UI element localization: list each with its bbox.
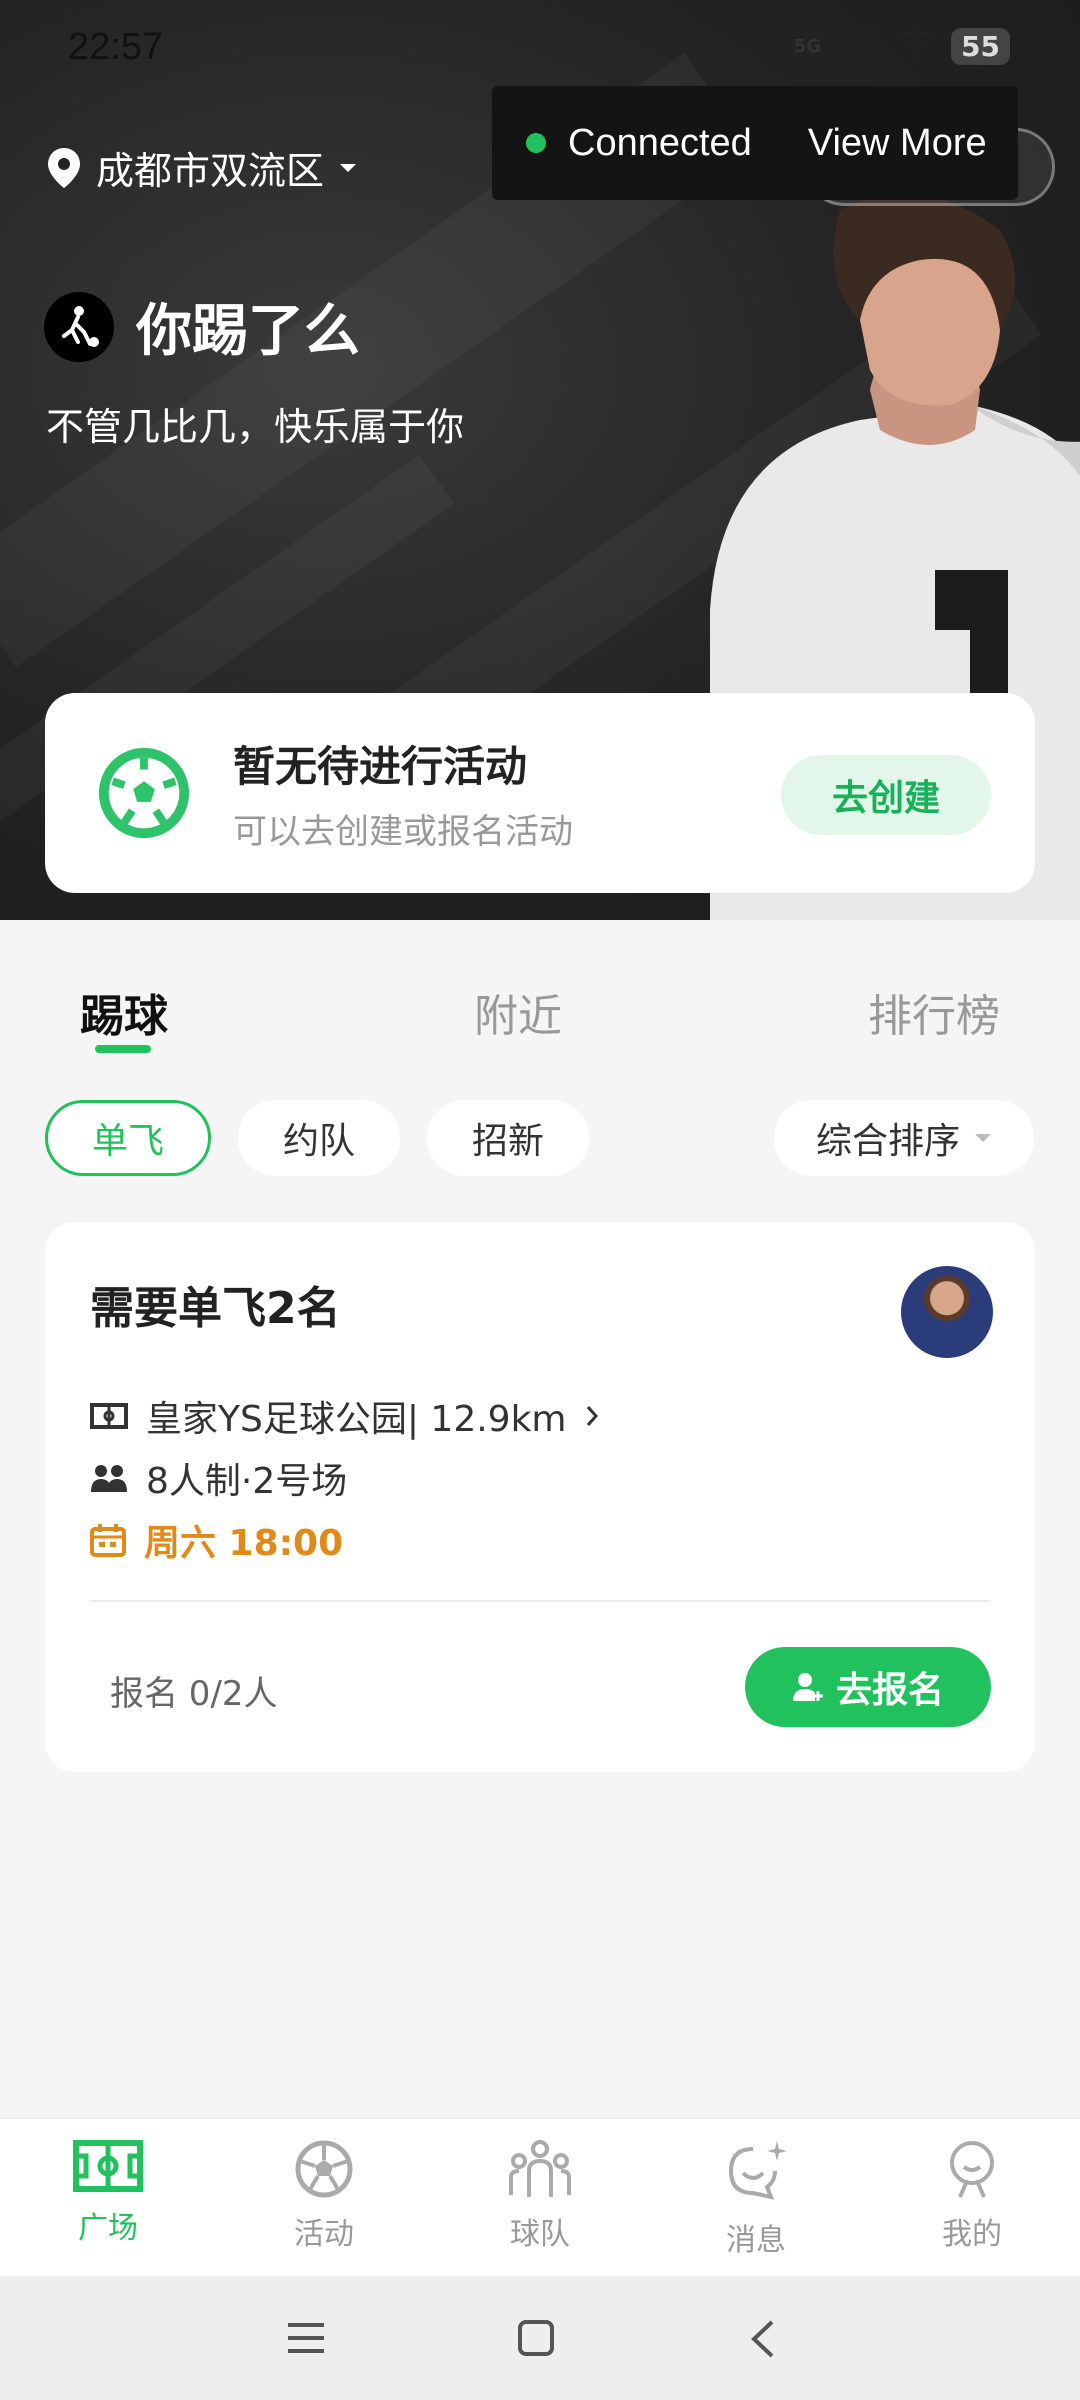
nav-item-plaza[interactable]: 广场	[38, 2139, 178, 2247]
kicker-logo-icon	[44, 291, 114, 362]
nav-item-teams[interactable]: 球队	[470, 2139, 610, 2253]
nav-item-messages[interactable]: 消息	[686, 2139, 826, 2259]
system-navigation-bar	[0, 2276, 1080, 2400]
nav-item-me[interactable]: 我的	[902, 2139, 1042, 2253]
app-slogan: 不管几比几，快乐属于你	[46, 405, 465, 449]
tab-leaderboard[interactable]: 排行榜	[868, 980, 1000, 1044]
game-time: 周六 18:00	[144, 1523, 344, 1564]
join-label: 去报名	[835, 1670, 944, 1711]
soccer-ball-icon	[295, 2140, 353, 2198]
network-type: 5G	[793, 36, 822, 57]
battery-indicator: 55	[951, 28, 1010, 65]
signal-icon	[837, 28, 878, 65]
join-game-button[interactable]: 去报名	[745, 1647, 991, 1727]
location-selector[interactable]: 成都市双流区	[46, 140, 358, 195]
filter-chip-team-match[interactable]: 约队	[238, 1100, 400, 1176]
location-pin-icon	[48, 147, 80, 188]
wifi-icon	[893, 29, 937, 63]
venue-row[interactable]: 皇家YS足球公园| 12.9km	[90, 1390, 599, 1442]
nav-item-activities[interactable]: 活动	[254, 2139, 394, 2253]
format-row: 8人制·2号场	[90, 1452, 347, 1504]
app-brand: 你踢了么	[44, 286, 360, 367]
app-title: 你踢了么	[136, 299, 360, 364]
field-icon	[73, 2140, 143, 2192]
nav-label-teams: 球队	[510, 2217, 570, 2252]
bottom-navigation: 广场 活动 球队 消息 我的	[0, 2118, 1080, 2276]
venue-name: 皇家YS足球公园| 12.9km	[146, 1399, 567, 1440]
nav-label-activities: 活动	[294, 2217, 354, 2252]
soccer-ball-icon	[98, 747, 190, 839]
add-user-icon	[792, 1673, 823, 1701]
nav-label-plaza: 广场	[78, 2211, 138, 2246]
back-icon[interactable]	[748, 2318, 778, 2360]
team-icon	[509, 2140, 571, 2197]
nav-label-messages: 消息	[726, 2223, 786, 2258]
nav-label-me: 我的	[942, 2217, 1002, 2252]
filter-chip-solo[interactable]: 单飞	[45, 1100, 211, 1176]
connection-status: Connected	[568, 121, 752, 164]
sort-dropdown[interactable]: 综合排序	[774, 1100, 1034, 1176]
active-tab-indicator	[95, 1045, 151, 1053]
organizer-avatar[interactable]	[901, 1266, 993, 1358]
card-divider	[90, 1600, 990, 1602]
caret-down-icon	[340, 163, 357, 172]
sort-label: 综合排序	[815, 1121, 960, 1162]
chevron-right-icon	[586, 1406, 598, 1426]
create-activity-button[interactable]: 去创建	[781, 755, 991, 835]
tab-nearby[interactable]: 附近	[474, 980, 562, 1044]
content-tabs: 踢球 附近 排行榜	[0, 960, 1080, 1060]
filter-chip-recruit[interactable]: 招新	[427, 1100, 589, 1176]
home-icon[interactable]	[516, 2318, 556, 2358]
status-time: 22:57	[68, 26, 164, 68]
message-icon	[728, 2141, 787, 2200]
game-format: 8人制·2号场	[146, 1461, 348, 1502]
game-card[interactable]: 需要单飞2名 皇家YS足球公园| 12.9km 8人制·2号场 周六 18:00…	[45, 1222, 1035, 1772]
time-row: 周六 18:00	[90, 1514, 343, 1566]
field-icon	[90, 1403, 128, 1429]
activity-empty-subtitle: 可以去创建或报名活动	[233, 812, 573, 852]
players-icon	[91, 1465, 127, 1492]
menu-icon[interactable]	[286, 2320, 326, 2356]
status-bar: 22:57 5G 55	[0, 0, 1080, 100]
connected-dot-icon	[526, 133, 546, 153]
connection-toast: Connected View More	[492, 86, 1018, 200]
location-name: 成都市双流区	[96, 149, 325, 193]
tab-play[interactable]: 踢球	[80, 980, 168, 1044]
game-title: 需要单飞2名	[90, 1283, 341, 1334]
activity-empty-title: 暂无待进行活动	[233, 742, 528, 791]
signup-count: 报名 0/2人	[110, 1674, 278, 1714]
caret-down-icon	[975, 1134, 991, 1142]
calendar-icon	[90, 1524, 126, 1557]
profile-icon	[950, 2141, 994, 2198]
view-more-link[interactable]: View More	[808, 122, 987, 165]
pending-activity-card: 暂无待进行活动 可以去创建或报名活动 去创建	[45, 693, 1035, 893]
